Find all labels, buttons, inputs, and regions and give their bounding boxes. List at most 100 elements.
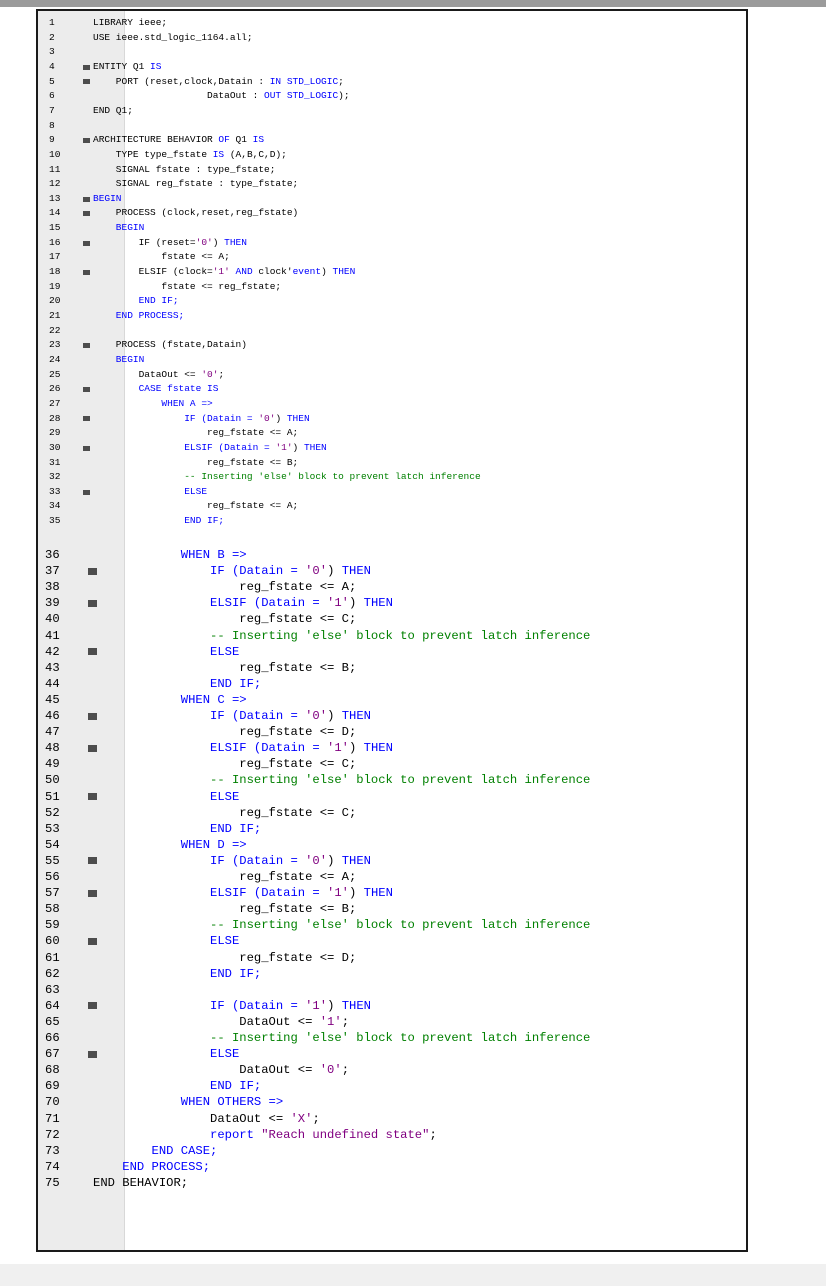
code-token: THEN (363, 886, 393, 901)
code-line[interactable]: 28 IF (Datain = '0') THEN (38, 412, 746, 427)
code-line[interactable]: 4 ENTITY Q1 IS (38, 60, 746, 75)
code-line[interactable]: 47 reg_fstate <= D; (38, 724, 746, 740)
code-line[interactable]: 5 PORT (reset,clock,Datain : IN STD_LOGI… (38, 75, 746, 90)
code-text: END IF; (93, 966, 261, 982)
code-line[interactable]: 60 ELSE (38, 933, 746, 949)
code-line[interactable]: 69 END IF; (38, 1078, 746, 1094)
line-number: 70 (45, 1095, 60, 1110)
code-line[interactable]: 48 ELSIF (Datain = '1') THEN (38, 740, 746, 756)
code-line[interactable]: 16 IF (reset='0') THEN (38, 236, 746, 251)
code-line[interactable]: 9 ARCHITECTURE BEHAVIOR OF Q1 IS (38, 133, 746, 148)
code-area[interactable]: 1 LIBRARY ieee; 2 USE ieee.std_logic_1164.a… (38, 11, 746, 1250)
collapse-icon[interactable] (83, 196, 90, 202)
code-line[interactable]: 70 WHEN OTHERS => (38, 1094, 746, 1110)
code-line[interactable]: 71 DataOut <= 'X'; (38, 1111, 746, 1127)
code-line[interactable]: 66 -- Inserting 'else' block to prevent … (38, 1030, 746, 1046)
collapse-icon[interactable] (83, 416, 90, 422)
code-line[interactable]: 31 reg_fstate <= B; (38, 456, 746, 471)
code-line[interactable]: 41 -- Inserting 'else' block to prevent … (38, 628, 746, 644)
code-token: '0' (195, 236, 213, 248)
code-line[interactable]: 18 ELSIF (clock='1' AND clock'event) THE… (38, 265, 746, 280)
code-token: SIGNAL reg_fstate : type_fstate; (93, 178, 299, 190)
code-line[interactable]: 62 END IF; (38, 966, 746, 982)
code-line[interactable]: 43 reg_fstate <= B; (38, 660, 746, 676)
collapse-icon[interactable] (83, 269, 90, 275)
code-line[interactable]: 3 (38, 45, 746, 60)
collapse-icon[interactable] (83, 138, 90, 143)
code-line[interactable]: 50 -- Inserting 'else' block to prevent … (38, 772, 746, 788)
code-line[interactable]: 37 IF (Datain = '0') THEN (38, 563, 746, 579)
code-line[interactable]: 21 END PROCESS; (38, 309, 746, 324)
code-line[interactable]: 58 reg_fstate <= B; (38, 901, 746, 917)
code-line[interactable]: 32 -- Inserting 'else' block to prevent … (38, 470, 746, 485)
code-line[interactable]: 72 report "Reach undefined state"; (38, 1127, 746, 1143)
code-line[interactable]: 26 CASE fstate IS (38, 382, 746, 397)
code-line[interactable]: 35 END IF; (38, 514, 746, 529)
code-line[interactable]: 39 ELSIF (Datain = '1') THEN (38, 595, 746, 611)
collapse-icon[interactable] (83, 64, 90, 70)
code-line[interactable]: 74 END PROCESS; (38, 1159, 746, 1175)
code-line[interactable]: 11 SIGNAL fstate : type_fstate; (38, 163, 746, 178)
code-line[interactable]: 53 END IF; (38, 821, 746, 837)
code-line[interactable]: 63 (38, 982, 746, 998)
collapse-icon[interactable] (83, 79, 90, 85)
code-line[interactable]: 57 ELSIF (Datain = '1') THEN (38, 885, 746, 901)
code-line[interactable]: 67 ELSE (38, 1046, 746, 1062)
code-line[interactable]: 73 END CASE; (38, 1143, 746, 1159)
code-line[interactable]: 29 reg_fstate <= A; (38, 426, 746, 441)
code-text: BEGIN (93, 192, 122, 207)
code-line[interactable]: 38 reg_fstate <= A; (38, 579, 746, 595)
line-number: 38 (45, 580, 60, 595)
code-line[interactable]: 22 (38, 324, 746, 339)
code-line[interactable]: 52 reg_fstate <= C; (38, 805, 746, 821)
code-line[interactable]: 61 reg_fstate <= D; (38, 950, 746, 966)
code-text: SIGNAL fstate : type_fstate; (93, 163, 276, 178)
code-line[interactable]: 59 -- Inserting 'else' block to prevent … (38, 917, 746, 933)
code-line[interactable]: 14 PROCESS (clock,reset,reg_fstate) (38, 206, 746, 221)
code-line[interactable]: 68 DataOut <= '0'; (38, 1062, 746, 1078)
code-line[interactable]: 42 ELSE (38, 644, 746, 660)
code-line[interactable]: 55 IF (Datain = '0') THEN (38, 853, 746, 869)
code-line[interactable]: 13 BEGIN (38, 192, 746, 207)
code-line[interactable]: 23 PROCESS (fstate,Datain) (38, 338, 746, 353)
code-line[interactable]: 10 TYPE type_fstate IS (A,B,C,D); (38, 148, 746, 163)
collapse-icon[interactable] (83, 240, 90, 246)
code-line[interactable]: 75 END BEHAVIOR; (38, 1175, 746, 1191)
code-line[interactable]: 2 USE ieee.std_logic_1164.all; (38, 31, 746, 46)
code-line[interactable]: 20 END IF; (38, 294, 746, 309)
code-line[interactable]: 15 BEGIN (38, 221, 746, 236)
code-line[interactable]: 6 DataOut : OUT STD_LOGIC); (38, 89, 746, 104)
code-line[interactable]: 1 LIBRARY ieee; (38, 16, 746, 31)
collapse-icon[interactable] (83, 387, 90, 393)
code-editor[interactable]: 1 LIBRARY ieee; 2 USE ieee.std_logic_1164.a… (36, 9, 748, 1252)
code-line[interactable]: 25 DataOut <= '0'; (38, 368, 746, 383)
code-text: ELSIF (Datain = '1') THEN (93, 885, 393, 901)
code-line[interactable]: 64 IF (Datain = '1') THEN (38, 998, 746, 1014)
collapse-icon[interactable] (83, 211, 90, 217)
code-line[interactable]: 56 reg_fstate <= A; (38, 869, 746, 885)
code-line[interactable]: 7 END Q1; (38, 104, 746, 119)
code-line[interactable]: 8 (38, 119, 746, 134)
code-line[interactable]: 34 reg_fstate <= A; (38, 499, 746, 514)
code-line[interactable]: 24 BEGIN (38, 353, 746, 368)
code-line[interactable]: 27 WHEN A => (38, 397, 746, 412)
code-line[interactable]: 49 reg_fstate <= C; (38, 756, 746, 772)
code-line[interactable]: 54 WHEN D => (38, 837, 746, 853)
code-line[interactable]: 65 DataOut <= '1'; (38, 1014, 746, 1030)
collapse-icon[interactable] (83, 489, 90, 495)
code-line[interactable]: 17 fstate <= A; (38, 250, 746, 265)
code-line[interactable]: 40 reg_fstate <= C; (38, 611, 746, 627)
collapse-icon[interactable] (83, 445, 90, 451)
code-line[interactable]: 46 IF (Datain = '0') THEN (38, 708, 746, 724)
collapse-icon[interactable] (83, 343, 90, 349)
code-line[interactable]: 33 ELSE (38, 485, 746, 500)
code-text: SIGNAL reg_fstate : type_fstate; (93, 177, 298, 192)
code-line[interactable]: 19 fstate <= reg_fstate; (38, 280, 746, 295)
code-line[interactable]: 51 ELSE (38, 789, 746, 805)
code-line[interactable]: 45 WHEN C => (38, 692, 746, 708)
code-line[interactable]: 12 SIGNAL reg_fstate : type_fstate; (38, 177, 746, 192)
code-line[interactable]: 44 END IF; (38, 676, 746, 692)
code-line[interactable]: 30 ELSIF (Datain = '1') THEN (38, 441, 746, 456)
code-line[interactable]: 36 WHEN B => (38, 547, 746, 563)
code-text: ELSIF (Datain = '1') THEN (93, 595, 393, 611)
